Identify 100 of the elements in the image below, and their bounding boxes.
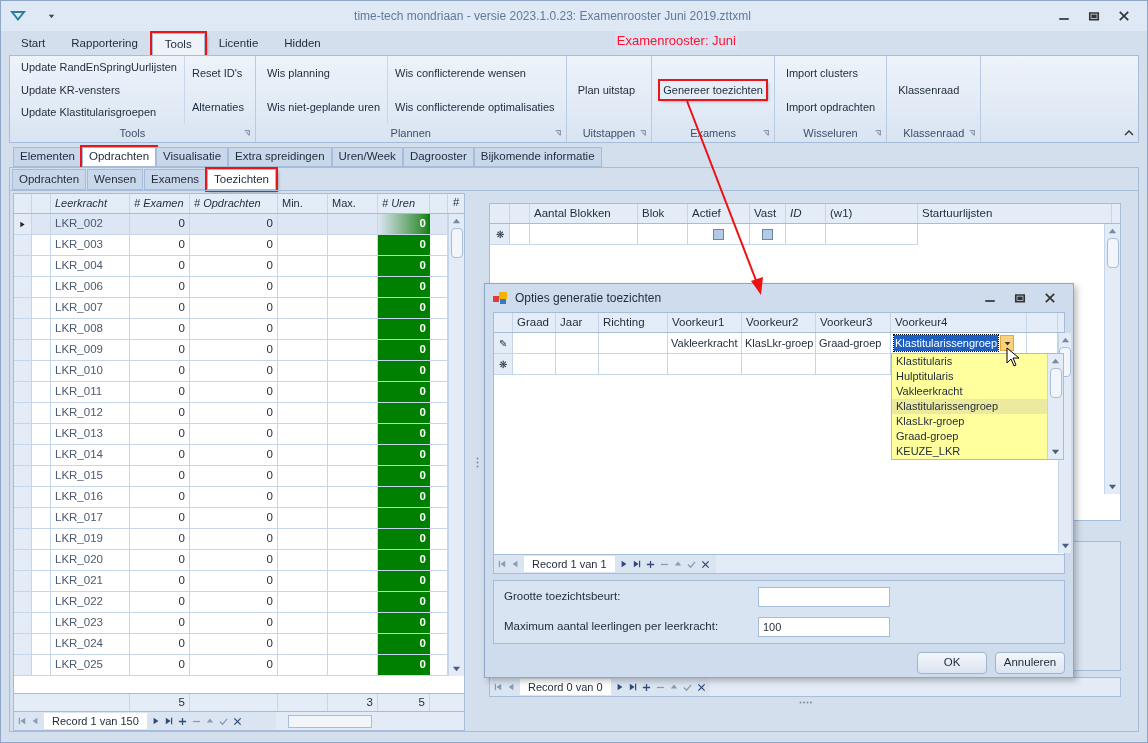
table-row[interactable]: LKR_022 0 0 0: [14, 592, 448, 613]
table-row[interactable]: LKR_002 0 0 0: [14, 214, 448, 235]
column-header[interactable]: # Uren: [382, 195, 416, 212]
ribbon-tab[interactable]: Tools: [151, 33, 205, 55]
tab[interactable]: Uren/Week: [331, 147, 403, 167]
table-row[interactable]: LKR_010 0 0 0: [14, 361, 448, 382]
input-field[interactable]: [758, 587, 890, 607]
first-record-icon[interactable]: [18, 717, 26, 725]
last-record-icon[interactable]: [632, 560, 641, 568]
scroll-thumb[interactable]: [1049, 368, 1062, 398]
cancel-icon[interactable]: [232, 716, 242, 726]
ribbon-button[interactable]: Import opdrachten: [782, 97, 879, 117]
up-icon[interactable]: [205, 717, 214, 725]
column-header[interactable]: Min.: [282, 195, 303, 212]
dropdown-option[interactable]: KEUZE_LKR: [892, 444, 1047, 459]
table-row[interactable]: LKR_021 0 0 0: [14, 571, 448, 592]
table-row[interactable]: LKR_009 0 0 0: [14, 340, 448, 361]
vertical-scrollbar[interactable]: [448, 214, 464, 676]
up-icon[interactable]: [673, 560, 682, 568]
scroll-up-icon[interactable]: [1051, 357, 1060, 366]
table-row[interactable]: LKR_020 0 0 0: [14, 550, 448, 571]
dialog-button[interactable]: OK: [917, 652, 987, 674]
ribbon-tab[interactable]: Start: [9, 33, 58, 55]
column-header[interactable]: Actief: [692, 204, 721, 223]
scroll-down-icon[interactable]: [1051, 447, 1060, 456]
sub-tab[interactable]: Opdrachten: [12, 169, 87, 190]
ribbon-button[interactable]: Update Klastitularisgroepen: [18, 103, 180, 122]
close-icon[interactable]: [1118, 10, 1130, 22]
table-row[interactable]: LKR_008 0 0 0: [14, 319, 448, 340]
column-header[interactable]: Max.: [332, 195, 356, 212]
ribbon-button[interactable]: Plan uitstap: [574, 80, 639, 100]
column-header[interactable]: Voorkeur1: [672, 313, 725, 332]
scroll-up-icon[interactable]: [1060, 336, 1070, 345]
ribbon-button[interactable]: Import clusters: [782, 63, 879, 83]
dropdown-option[interactable]: Graad-groep: [892, 429, 1047, 444]
dropdown-option[interactable]: Hulptitularis: [892, 369, 1047, 384]
ribbon-button[interactable]: Klassenraad: [895, 80, 963, 100]
table-row[interactable]: LKR_012 0 0 0: [14, 403, 448, 424]
column-header[interactable]: Voorkeur3: [820, 313, 873, 332]
column-header[interactable]: # Examen: [134, 195, 184, 212]
table-row[interactable]: LKR_015 0 0 0: [14, 466, 448, 487]
checkbox[interactable]: [713, 228, 724, 240]
vertical-scrollbar[interactable]: [1047, 354, 1063, 459]
ribbon-tab[interactable]: Rapportering: [59, 33, 150, 55]
dropdown-option[interactable]: Klastitularissengroep: [892, 399, 1047, 414]
column-header[interactable]: # Opdrachten: [194, 195, 261, 212]
checkbox[interactable]: [762, 228, 773, 240]
table-row[interactable]: LKR_023 0 0 0: [14, 613, 448, 634]
splitter-grip-icon[interactable]: [475, 456, 479, 468]
ribbon-button[interactable]: Alternaties: [188, 97, 247, 117]
dialog-launcher-icon[interactable]: [242, 129, 251, 137]
first-record-icon[interactable]: [494, 683, 502, 691]
dropdown-arrow-icon[interactable]: [1003, 339, 1011, 347]
ribbon-button[interactable]: Genereer toezichten: [660, 80, 766, 100]
tab[interactable]: Opdrachten: [82, 147, 157, 167]
restore-icon[interactable]: [1014, 292, 1026, 304]
column-header[interactable]: Graad: [517, 313, 549, 332]
sub-tab[interactable]: Wensen: [87, 169, 144, 190]
column-header[interactable]: (w1): [830, 204, 853, 223]
table-row[interactable]: LKR_016 0 0 0: [14, 487, 448, 508]
column-header[interactable]: Voorkeur4: [895, 313, 948, 332]
check-icon[interactable]: [218, 716, 228, 726]
first-record-icon[interactable]: [498, 560, 506, 568]
ribbon-button[interactable]: Wis conflicterende optimalisaties: [392, 97, 558, 117]
cancel-icon[interactable]: [700, 559, 710, 569]
column-header[interactable]: Blok: [642, 204, 665, 223]
table-row[interactable]: LKR_024 0 0 0: [14, 634, 448, 655]
table-row[interactable]: LKR_004 0 0 0: [14, 256, 448, 277]
dialog-launcher-icon[interactable]: [968, 129, 977, 137]
horizontal-scrollbar[interactable]: [716, 555, 1064, 573]
tab[interactable]: Bijkomende informatie: [473, 147, 602, 167]
ribbon-button[interactable]: Reset ID's: [188, 63, 247, 83]
dialog-launcher-icon[interactable]: [761, 129, 770, 137]
input-field[interactable]: 100: [758, 617, 890, 637]
splitter-grip-icon[interactable]: [798, 701, 812, 704]
previous-record-icon[interactable]: [511, 560, 519, 568]
collapse-ribbon-icon[interactable]: [1124, 128, 1134, 138]
check-icon[interactable]: [686, 559, 696, 569]
ribbon-tab[interactable]: Hidden: [272, 33, 333, 55]
scroll-down-icon[interactable]: [452, 664, 461, 673]
close-icon[interactable]: [1044, 292, 1056, 304]
column-header[interactable]: Leerkracht: [55, 195, 107, 212]
cancel-icon[interactable]: [696, 682, 706, 692]
table-row[interactable]: LKR_014 0 0 0: [14, 445, 448, 466]
dropdown-option[interactable]: Vakleerkracht: [892, 384, 1047, 399]
dropdown-option[interactable]: KlasLkr-groep: [892, 414, 1047, 429]
table-row[interactable]: LKR_013 0 0 0: [14, 424, 448, 445]
previous-record-icon[interactable]: [31, 717, 39, 725]
column-header[interactable]: Aantal Blokken: [534, 204, 611, 223]
next-record-icon[interactable]: [151, 717, 160, 725]
tab[interactable]: Elementen: [13, 147, 82, 167]
table-row[interactable]: LKR_019 0 0 0: [14, 529, 448, 550]
column-header[interactable]: Startuurlijsten: [922, 204, 993, 223]
ribbon-button[interactable]: Wis conflicterende wensen: [392, 63, 558, 83]
ribbon-tab[interactable]: Licentie: [206, 33, 271, 55]
table-row[interactable]: LKR_017 0 0 0: [14, 508, 448, 529]
table-row[interactable]: LKR_025 0 0 0: [14, 655, 448, 676]
column-header[interactable]: Vast: [754, 204, 777, 223]
scroll-thumb[interactable]: [450, 228, 463, 258]
ribbon-button[interactable]: Update KR-vensters: [18, 80, 180, 100]
